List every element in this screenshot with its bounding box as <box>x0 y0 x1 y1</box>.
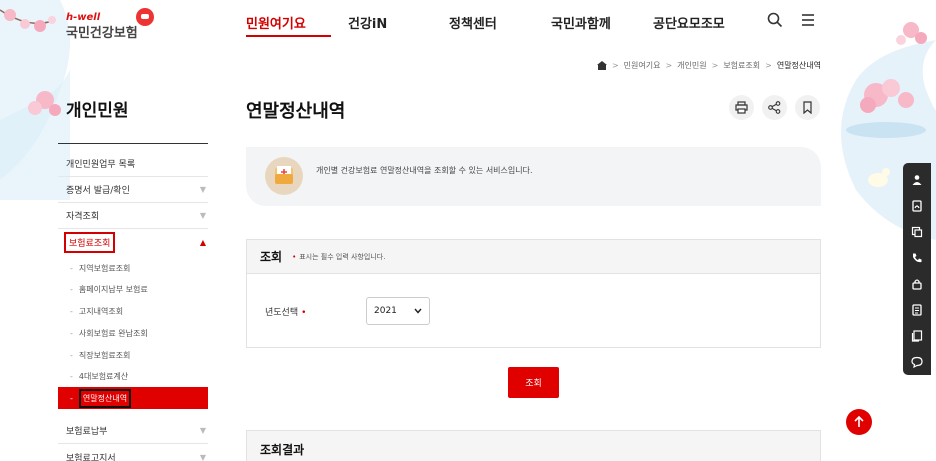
sidebar-item-premium-notice[interactable]: 보험료고지서 ▼ <box>58 444 208 461</box>
sidebar-item-label: 보험료고지서 <box>66 453 116 461</box>
search-button[interactable]: 조회 <box>508 367 559 398</box>
sidebar-subitem-label: 연말정산내역 <box>78 388 132 408</box>
bookmark-icon <box>803 101 812 114</box>
arrow-up-icon <box>854 416 864 427</box>
breadcrumb-separator: > <box>711 61 719 70</box>
query-panel: 조회 • 표시는 필수 입력 사항입니다. 년도선택 • 2021 <box>246 239 821 348</box>
sidebar-item-premium-inquiry[interactable]: 보험료조회 ▲ <box>58 229 208 255</box>
breadcrumb-separator: > <box>611 61 619 70</box>
year-field-label-text: 년도선택 <box>265 308 299 318</box>
print-button[interactable] <box>729 95 754 120</box>
logo-name: 국민건강보험 <box>66 26 138 41</box>
scroll-to-top-button[interactable] <box>846 409 872 435</box>
sidebar-item-premium-payment[interactable]: 보험료납부 ▼ <box>58 418 208 444</box>
sidebar-subitem-label: 지역보험료조회 <box>78 264 131 273</box>
chevron-down-icon: ▼ <box>199 452 206 461</box>
quick-menu <box>903 163 931 375</box>
gnb-item-with-people[interactable]: 국민과함께 <box>551 13 611 32</box>
sidebar-item-certificates[interactable]: 증명서 발급/확인 ▼ <box>58 177 208 203</box>
year-select[interactable]: 2021 <box>366 297 430 325</box>
query-panel-title: 조회 <box>260 250 283 264</box>
sidebar-subitem[interactable]: - 고지내역조회 <box>70 306 123 317</box>
print-icon <box>735 101 748 114</box>
gnb-item-about-agency[interactable]: 공단요모조모 <box>653 13 725 32</box>
chevron-down-icon: ▼ <box>199 211 206 220</box>
year-select-value: 2021 <box>374 306 397 316</box>
sidebar-divider <box>58 143 208 144</box>
pages-icon <box>911 330 923 342</box>
lock-icon <box>912 279 922 290</box>
menu-icon[interactable] <box>800 12 818 30</box>
copy-icon <box>911 226 923 238</box>
sidebar-subitem-label: 4대보험료계산 <box>78 372 129 381</box>
year-field-label: 년도선택 • <box>265 305 306 318</box>
sidebar-item-label: 증명서 발급/확인 <box>66 186 130 196</box>
service-info-box: 개인별 건강보험료 연말정산내역을 조회할 수 있는 서비스입니다. <box>246 147 821 206</box>
bookmark-button[interactable] <box>795 95 820 120</box>
sidebar-subitem-active[interactable]: - 연말정산내역 <box>58 387 208 409</box>
share-button[interactable] <box>762 95 787 120</box>
required-mark: • <box>301 308 307 318</box>
chat-icon <box>911 356 923 368</box>
service-info-text: 개인별 건강보험료 연말정산내역을 조회할 수 있는 서비스입니다. <box>316 166 533 175</box>
sidebar-subitem[interactable]: - 직장보험료조회 <box>70 350 130 361</box>
sidebar-subitem-label: 직장보험료조회 <box>78 351 131 360</box>
quick-copy-button[interactable] <box>906 219 928 245</box>
quick-file-button[interactable] <box>906 297 928 323</box>
sidebar-item-label: 개인민원업무 목록 <box>66 160 136 170</box>
quick-document-button[interactable] <box>906 193 928 219</box>
chevron-down-icon: ▼ <box>199 185 206 194</box>
sidebar-subitem-label: 고지내역조회 <box>78 307 124 316</box>
sidebar-subitem[interactable]: - 홈페이지납부 보험료 <box>70 284 148 295</box>
site-logo[interactable]: h-well 국민건강보험 <box>66 8 154 41</box>
gnb-item-civil-service[interactable]: 민원여기요 <box>246 13 306 32</box>
sidebar-subitem-label: 홈페이지납부 보험료 <box>78 285 148 294</box>
chevron-down-icon: ▼ <box>199 426 206 435</box>
person-icon <box>912 175 922 185</box>
result-panel: 조회결과 <box>246 430 821 461</box>
search-icon[interactable] <box>767 12 785 30</box>
sidebar-item-eligibility[interactable]: 자격조회 ▼ <box>58 203 208 229</box>
share-icon <box>768 101 781 114</box>
chevron-up-icon: ▲ <box>199 237 206 247</box>
sidebar-item-label: 보험료조회 <box>64 231 116 253</box>
sidebar-subitem[interactable]: -4대보험료계산 <box>70 371 128 382</box>
sidebar-subitem[interactable]: - 사회보험료 완납조회 <box>70 328 148 339</box>
sidebar-item-label: 자격조회 <box>66 212 100 222</box>
sidebar-subitem-label: 사회보험료 완납조회 <box>78 329 148 338</box>
gnb-active-underline <box>246 35 331 37</box>
breadcrumb-item[interactable]: 보험료조회 <box>723 60 760 71</box>
sidebar-title: 개인민원 <box>66 101 129 121</box>
quick-pages-button[interactable] <box>906 323 928 349</box>
sidebar-item-label: 보험료납부 <box>66 427 108 437</box>
breadcrumb-separator: > <box>665 61 673 70</box>
logo-mark-icon <box>136 8 154 26</box>
gnb-item-policy-center[interactable]: 정책센터 <box>449 13 497 32</box>
sidebar-subitem[interactable]: - 지역보험료조회 <box>70 263 130 274</box>
required-note-text: 표시는 필수 입력 사항입니다. <box>299 252 386 261</box>
quick-lock-button[interactable] <box>906 271 928 297</box>
quick-chat-button[interactable] <box>906 349 928 375</box>
quick-person-button[interactable] <box>906 167 928 193</box>
chevron-down-icon <box>414 308 422 314</box>
home-icon[interactable] <box>596 61 607 70</box>
required-note: • 표시는 필수 입력 사항입니다. <box>292 252 385 262</box>
document-icon <box>912 200 922 212</box>
breadcrumb-separator: > <box>765 61 772 70</box>
phone-icon <box>913 253 922 263</box>
result-panel-title: 조회결과 <box>260 443 305 457</box>
sidebar-item-task-list[interactable]: 개인민원업무 목록 <box>58 151 208 177</box>
breadcrumb: > 민원여기요 > 개인민원 > 보험료조회 > 연말정산내역 <box>596 60 821 71</box>
quick-phone-button[interactable] <box>906 245 928 271</box>
breadcrumb-current: 연말정산내역 <box>776 61 821 70</box>
page-title: 연말정산내역 <box>246 101 346 122</box>
breadcrumb-item[interactable]: 개인민원 <box>677 60 706 71</box>
breadcrumb-item[interactable]: 민원여기요 <box>624 60 661 71</box>
query-panel-header: 조회 • 표시는 필수 입력 사항입니다. <box>247 240 820 274</box>
file-icon <box>912 304 922 316</box>
folder-document-icon <box>265 157 303 195</box>
required-mark: • <box>292 252 297 261</box>
gnb-item-health-in[interactable]: 건강iN <box>348 13 387 32</box>
